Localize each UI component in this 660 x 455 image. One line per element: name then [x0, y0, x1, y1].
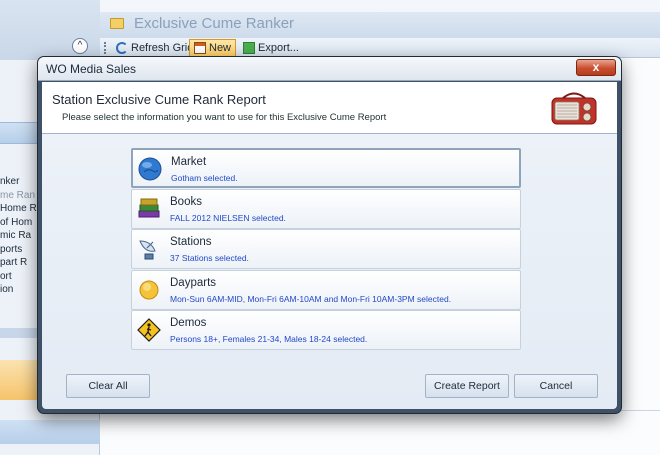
dialog-header: Station Exclusive Cume Rank Report Pleas… — [42, 82, 617, 134]
refresh-grid-button[interactable]: Refresh Grid — [112, 39, 197, 57]
new-document-icon — [194, 42, 206, 54]
globe-icon — [138, 157, 162, 181]
collapse-up-icon[interactable]: ^ — [72, 38, 88, 54]
background-content — [620, 58, 660, 455]
clear-all-button[interactable]: Clear All — [66, 374, 150, 398]
satellite-dish-icon — [139, 240, 156, 260]
refresh-grid-label: Refresh Grid — [131, 42, 194, 54]
export-button[interactable]: Export... — [239, 39, 303, 57]
report-dialog: WO Media Sales x Station Exclusive Cume … — [38, 57, 621, 413]
option-market[interactable]: Market Gotham selected. — [131, 148, 521, 188]
background-window-title: Exclusive Cume Ranker — [134, 15, 295, 32]
option-books[interactable]: Books FALL 2012 NIELSEN selected. — [131, 188, 521, 229]
toolbar-grip-icon[interactable] — [104, 42, 107, 54]
export-icon — [243, 42, 255, 54]
background-status-area — [100, 410, 660, 455]
option-description: Gotham selected. — [171, 173, 238, 183]
close-button[interactable]: x — [576, 59, 616, 76]
folder-icon — [110, 18, 124, 29]
option-label: Stations — [170, 236, 212, 248]
option-dayparts[interactable]: Dayparts Mon-Sun 6AM-MID, Mon-Fri 6AM-10… — [131, 269, 521, 310]
pedestrian-sign-icon — [137, 318, 161, 342]
export-label: Export... — [258, 42, 299, 54]
option-label: Dayparts — [170, 276, 217, 289]
option-description: 37 Stations selected. — [170, 253, 249, 263]
books-icon — [138, 198, 160, 217]
dialog-title-bar[interactable]: WO Media Sales x — [38, 57, 621, 81]
background-toolbar: Refresh Grid New Export... — [100, 38, 660, 58]
option-description: Mon-Sun 6AM-MID, Mon-Fri 6AM-10AM and Mo… — [170, 293, 452, 304]
background-title-bar: Exclusive Cume Ranker — [100, 12, 660, 38]
report-subtitle: Please select the information you want t… — [62, 112, 387, 123]
nav-section-band[interactable] — [0, 420, 100, 444]
report-options-list: Market Gotham selected. Books FALL 2012 … — [131, 148, 521, 351]
radio-icon — [551, 92, 597, 125]
report-title: Station Exclusive Cume Rank Report — [52, 92, 266, 107]
option-label: Market — [171, 156, 207, 168]
new-button[interactable]: New — [189, 39, 237, 57]
refresh-icon — [116, 42, 128, 54]
option-label: Books — [170, 195, 202, 208]
option-description: FALL 2012 NIELSEN selected. — [170, 212, 286, 223]
create-report-button[interactable]: Create Report — [425, 374, 509, 398]
option-description: Persons 18+, Females 21-34, Males 18-24 … — [170, 334, 368, 344]
option-stations[interactable]: Stations 37 Stations selected. — [131, 229, 521, 269]
option-label: Demos — [170, 317, 207, 329]
new-label: New — [209, 42, 232, 54]
dialog-title: WO Media Sales — [46, 62, 137, 76]
sun-icon — [139, 280, 159, 299]
cancel-button[interactable]: Cancel — [514, 374, 598, 398]
dialog-body: Station Exclusive Cume Rank Report Pleas… — [42, 82, 617, 409]
option-demos[interactable]: Demos Persons 18+, Females 21-34, Males … — [131, 310, 521, 350]
